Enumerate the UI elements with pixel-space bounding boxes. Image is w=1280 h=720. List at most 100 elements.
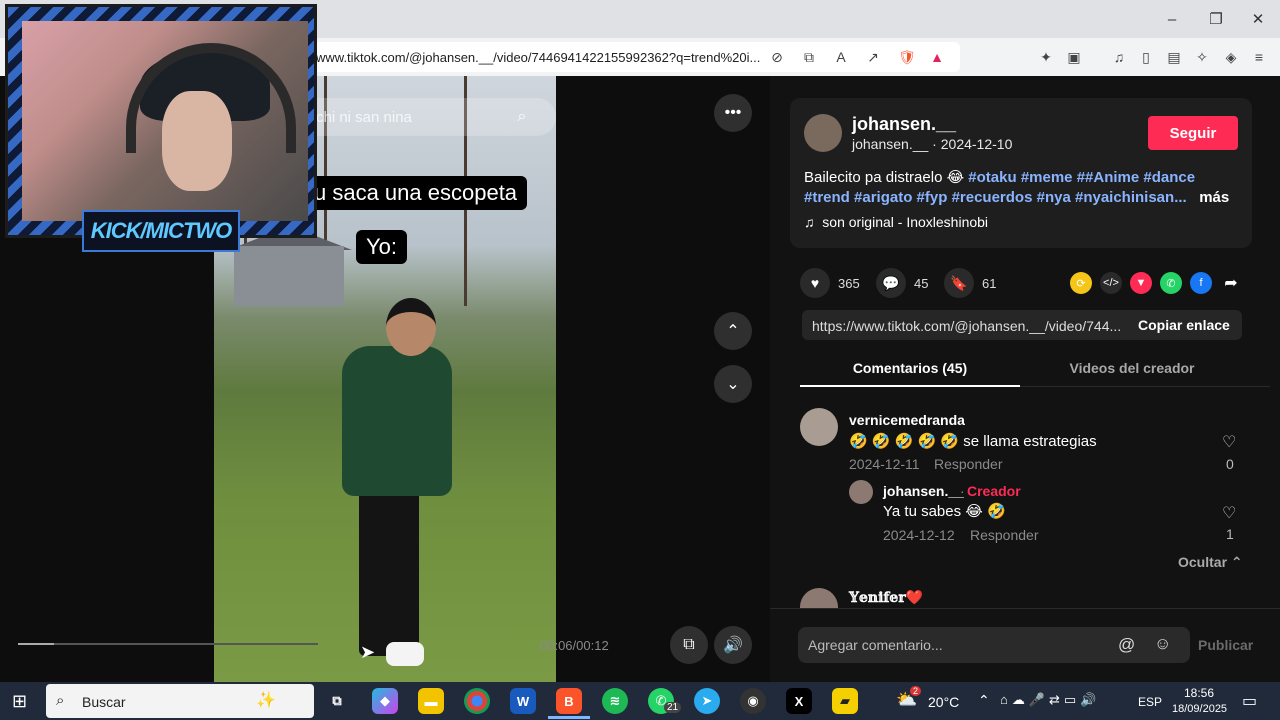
send-icon[interactable]: ▼ xyxy=(1130,272,1152,294)
reply-button[interactable]: Responder xyxy=(970,527,1039,543)
brave-shield-icon[interactable]: 🛡 xyxy=(896,46,918,68)
save-stat[interactable]: 🔖 61 xyxy=(944,268,996,298)
task-view-icon[interactable]: ⧉ xyxy=(324,688,350,714)
telegram-icon[interactable]: ➤ xyxy=(694,688,720,714)
avatar[interactable] xyxy=(849,480,873,504)
hashtag[interactable]: #dance xyxy=(1143,169,1195,186)
share-icon[interactable]: ↗ xyxy=(862,46,884,68)
tab-comments[interactable]: Comentarios (45) xyxy=(800,360,1020,376)
taskbar-search-label[interactable]: Buscar xyxy=(82,694,126,710)
avatar[interactable] xyxy=(804,114,842,152)
x-app-icon[interactable]: X xyxy=(786,688,812,714)
previous-video-button[interactable]: ⌃ xyxy=(714,312,752,350)
share-arrow-icon[interactable]: ➦ xyxy=(1220,272,1242,294)
copilot-icon[interactable]: ◆ xyxy=(372,688,398,714)
word-icon[interactable]: W xyxy=(510,688,536,714)
comment-username[interactable]: johansen.__ xyxy=(883,483,964,499)
sound-link[interactable]: ♫ son original - Inoxleshinobi xyxy=(804,214,988,230)
repost-icon[interactable]: ⟳ xyxy=(1070,272,1092,294)
bookmark-icon[interactable]: 🔖 xyxy=(944,268,974,298)
more-options-button[interactable]: ••• xyxy=(714,94,752,132)
hashtag[interactable]: #trend xyxy=(804,189,850,206)
extensions-icon[interactable]: ✦ xyxy=(1035,46,1057,68)
sidebar-icon[interactable]: ▯ xyxy=(1135,46,1157,68)
hashtag[interactable]: #arigato xyxy=(854,189,912,206)
comment-count: 45 xyxy=(914,275,929,291)
comment-heart-icon[interactable]: ♡ xyxy=(1222,503,1236,523)
mention-icon[interactable]: @ xyxy=(1118,635,1135,655)
hashtag[interactable]: #nya xyxy=(1037,189,1071,206)
wallet-icon[interactable]: ▤ xyxy=(1163,46,1185,68)
clock-time[interactable]: 18:56 xyxy=(1184,686,1214,700)
hashtag[interactable]: #fyp xyxy=(917,189,948,206)
copy-link-button[interactable]: Copiar enlace xyxy=(1138,317,1230,333)
screenshot-icon[interactable]: ▣ xyxy=(1063,46,1085,68)
no-cast-icon[interactable]: ⊘ xyxy=(766,46,788,68)
address-bar[interactable]: www.tiktok.com/@johansen.__/video/744694… xyxy=(310,42,960,72)
comment-stat[interactable]: 💬 45 xyxy=(876,268,928,298)
more-button[interactable]: más xyxy=(1199,189,1229,206)
sound-title[interactable]: son original - Inoxleshinobi xyxy=(822,214,988,230)
search-input[interactable]: chi ni san nina xyxy=(316,109,412,126)
follow-button[interactable]: Seguir xyxy=(1148,116,1238,150)
floating-player-button[interactable]: ⧉ xyxy=(670,626,708,664)
notifications-icon[interactable]: ▭ xyxy=(1242,691,1257,711)
vpn-icon[interactable]: ◈ xyxy=(1220,46,1242,68)
hashtag[interactable]: #meme xyxy=(1021,169,1073,186)
hashtag[interactable]: #recuerdos xyxy=(952,189,1033,206)
leo-ai-icon[interactable]: ✧ xyxy=(1191,46,1213,68)
menu-icon[interactable]: ≡ xyxy=(1248,46,1270,68)
brave-icon[interactable]: B xyxy=(556,688,582,714)
video-progress-bar[interactable] xyxy=(18,643,318,645)
copilot-sparkle-icon: ✨ xyxy=(256,692,276,709)
publish-button[interactable]: Publicar xyxy=(1198,637,1253,653)
clock-date[interactable]: 18/09/2025 xyxy=(1172,703,1227,715)
maximize-button[interactable]: ❐ xyxy=(1194,0,1238,38)
whatsapp-share-icon[interactable]: ✆ xyxy=(1160,272,1182,294)
tab-creator-videos[interactable]: Videos del creador xyxy=(1022,360,1242,376)
comment-heart-icon[interactable]: ♡ xyxy=(1222,432,1236,452)
comment-username[interactable]: vernicemedranda xyxy=(849,412,965,428)
temperature[interactable]: 20°C xyxy=(928,694,959,710)
embed-icon[interactable]: </> xyxy=(1100,272,1122,294)
chrome-icon[interactable] xyxy=(464,688,490,714)
url-text[interactable]: www.tiktok.com/@johansen.__/video/744694… xyxy=(316,50,766,65)
facebook-share-icon[interactable]: f xyxy=(1190,272,1212,294)
search-box[interactable]: chi ni san nina ⌕ xyxy=(300,98,556,136)
media-icon[interactable]: ♫ xyxy=(1108,46,1130,68)
reply-button[interactable]: Responder xyxy=(934,456,1003,472)
search-icon[interactable]: ⌕ xyxy=(510,105,534,129)
comment-placeholder[interactable]: Agregar comentario... xyxy=(808,637,943,653)
next-video-button[interactable]: ⌄ xyxy=(714,365,752,403)
link-url[interactable]: https://www.tiktok.com/@johansen.__/vide… xyxy=(812,318,1132,334)
install-app-icon[interactable]: ⧉ xyxy=(798,46,820,68)
hashtag[interactable]: ##Anime xyxy=(1077,169,1140,186)
avatar[interactable] xyxy=(800,588,838,608)
like-stat[interactable]: ♥ 365 xyxy=(800,268,860,298)
emoji-icon[interactable]: ☺ xyxy=(1154,634,1171,654)
sticky-notes-icon[interactable]: ▰ xyxy=(832,688,858,714)
brave-rewards-icon[interactable]: ▲ xyxy=(926,46,948,68)
username[interactable]: johansen.__ xyxy=(852,114,956,135)
hashtag[interactable]: #otaku xyxy=(968,169,1016,186)
file-explorer-icon[interactable]: ▬ xyxy=(418,688,444,714)
close-window-button[interactable]: ✕ xyxy=(1236,0,1280,38)
chevron-up-icon[interactable]: ⌃ xyxy=(978,692,990,709)
hashtag[interactable]: #nyaichinisan... xyxy=(1075,189,1187,206)
hide-replies-button[interactable]: Ocultar ⌃ xyxy=(1178,554,1243,571)
minimize-button[interactable]: – xyxy=(1150,0,1194,38)
comment-username[interactable]: 𝕐𝕖𝕟𝕚𝕗𝕖𝕣❤️ xyxy=(849,590,923,606)
system-tray-icons[interactable]: ⌂☁🎤⇄▭🔊 xyxy=(1000,692,1100,708)
obs-icon[interactable]: ◉ xyxy=(740,688,766,714)
comment-icon[interactable]: 💬 xyxy=(876,268,906,298)
volume-button[interactable]: 🔊 xyxy=(714,626,752,664)
translate-icon[interactable]: A xyxy=(830,46,852,68)
spotify-icon[interactable]: ≋ xyxy=(602,688,628,714)
language-indicator[interactable]: ESP xyxy=(1138,695,1162,709)
avatar[interactable] xyxy=(800,408,838,446)
hide-label[interactable]: Ocultar xyxy=(1178,554,1227,570)
windows-start-icon[interactable]: ⊞ xyxy=(12,691,27,712)
taskbar-search[interactable]: ⌕ Buscar ✨ xyxy=(46,684,314,718)
comment-input[interactable]: Agregar comentario... @ ☺ xyxy=(798,627,1190,663)
heart-icon[interactable]: ♥ xyxy=(800,268,830,298)
